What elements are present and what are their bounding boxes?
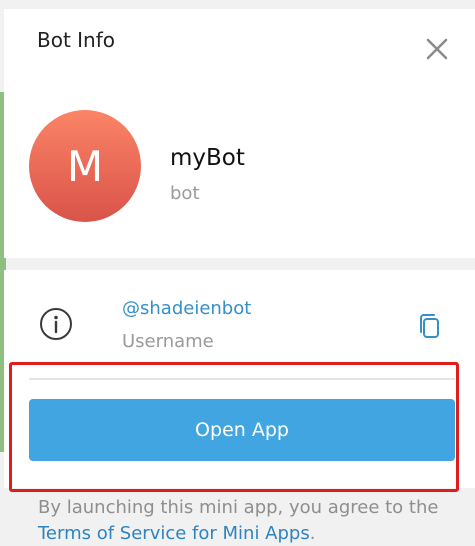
terms-of-service-link[interactable]: Terms of Service for Mini Apps xyxy=(38,523,310,544)
open-app-button[interactable]: Open App xyxy=(29,399,455,461)
mini-app-disclaimer: By launching this mini app, you agree to… xyxy=(38,495,468,546)
bot-info-window: Bot Info M myBot bot @shadeienbot Userna… xyxy=(0,0,475,546)
username-link[interactable]: @shadeienbot xyxy=(122,298,251,319)
username-label: Username xyxy=(122,331,214,352)
copy-icon[interactable] xyxy=(416,312,442,340)
open-app-label: Open App xyxy=(195,419,289,441)
avatar[interactable]: M xyxy=(29,110,141,222)
disclaimer-text: By launching this mini app, you agree to… xyxy=(38,497,439,518)
info-icon xyxy=(40,308,72,340)
divider xyxy=(29,378,455,380)
bot-name: myBot xyxy=(170,145,245,171)
close-icon[interactable] xyxy=(420,32,454,66)
disclaimer-period: . xyxy=(309,523,316,544)
page-title: Bot Info xyxy=(37,28,116,52)
bot-type-label: bot xyxy=(170,183,200,204)
avatar-letter: M xyxy=(66,141,104,191)
